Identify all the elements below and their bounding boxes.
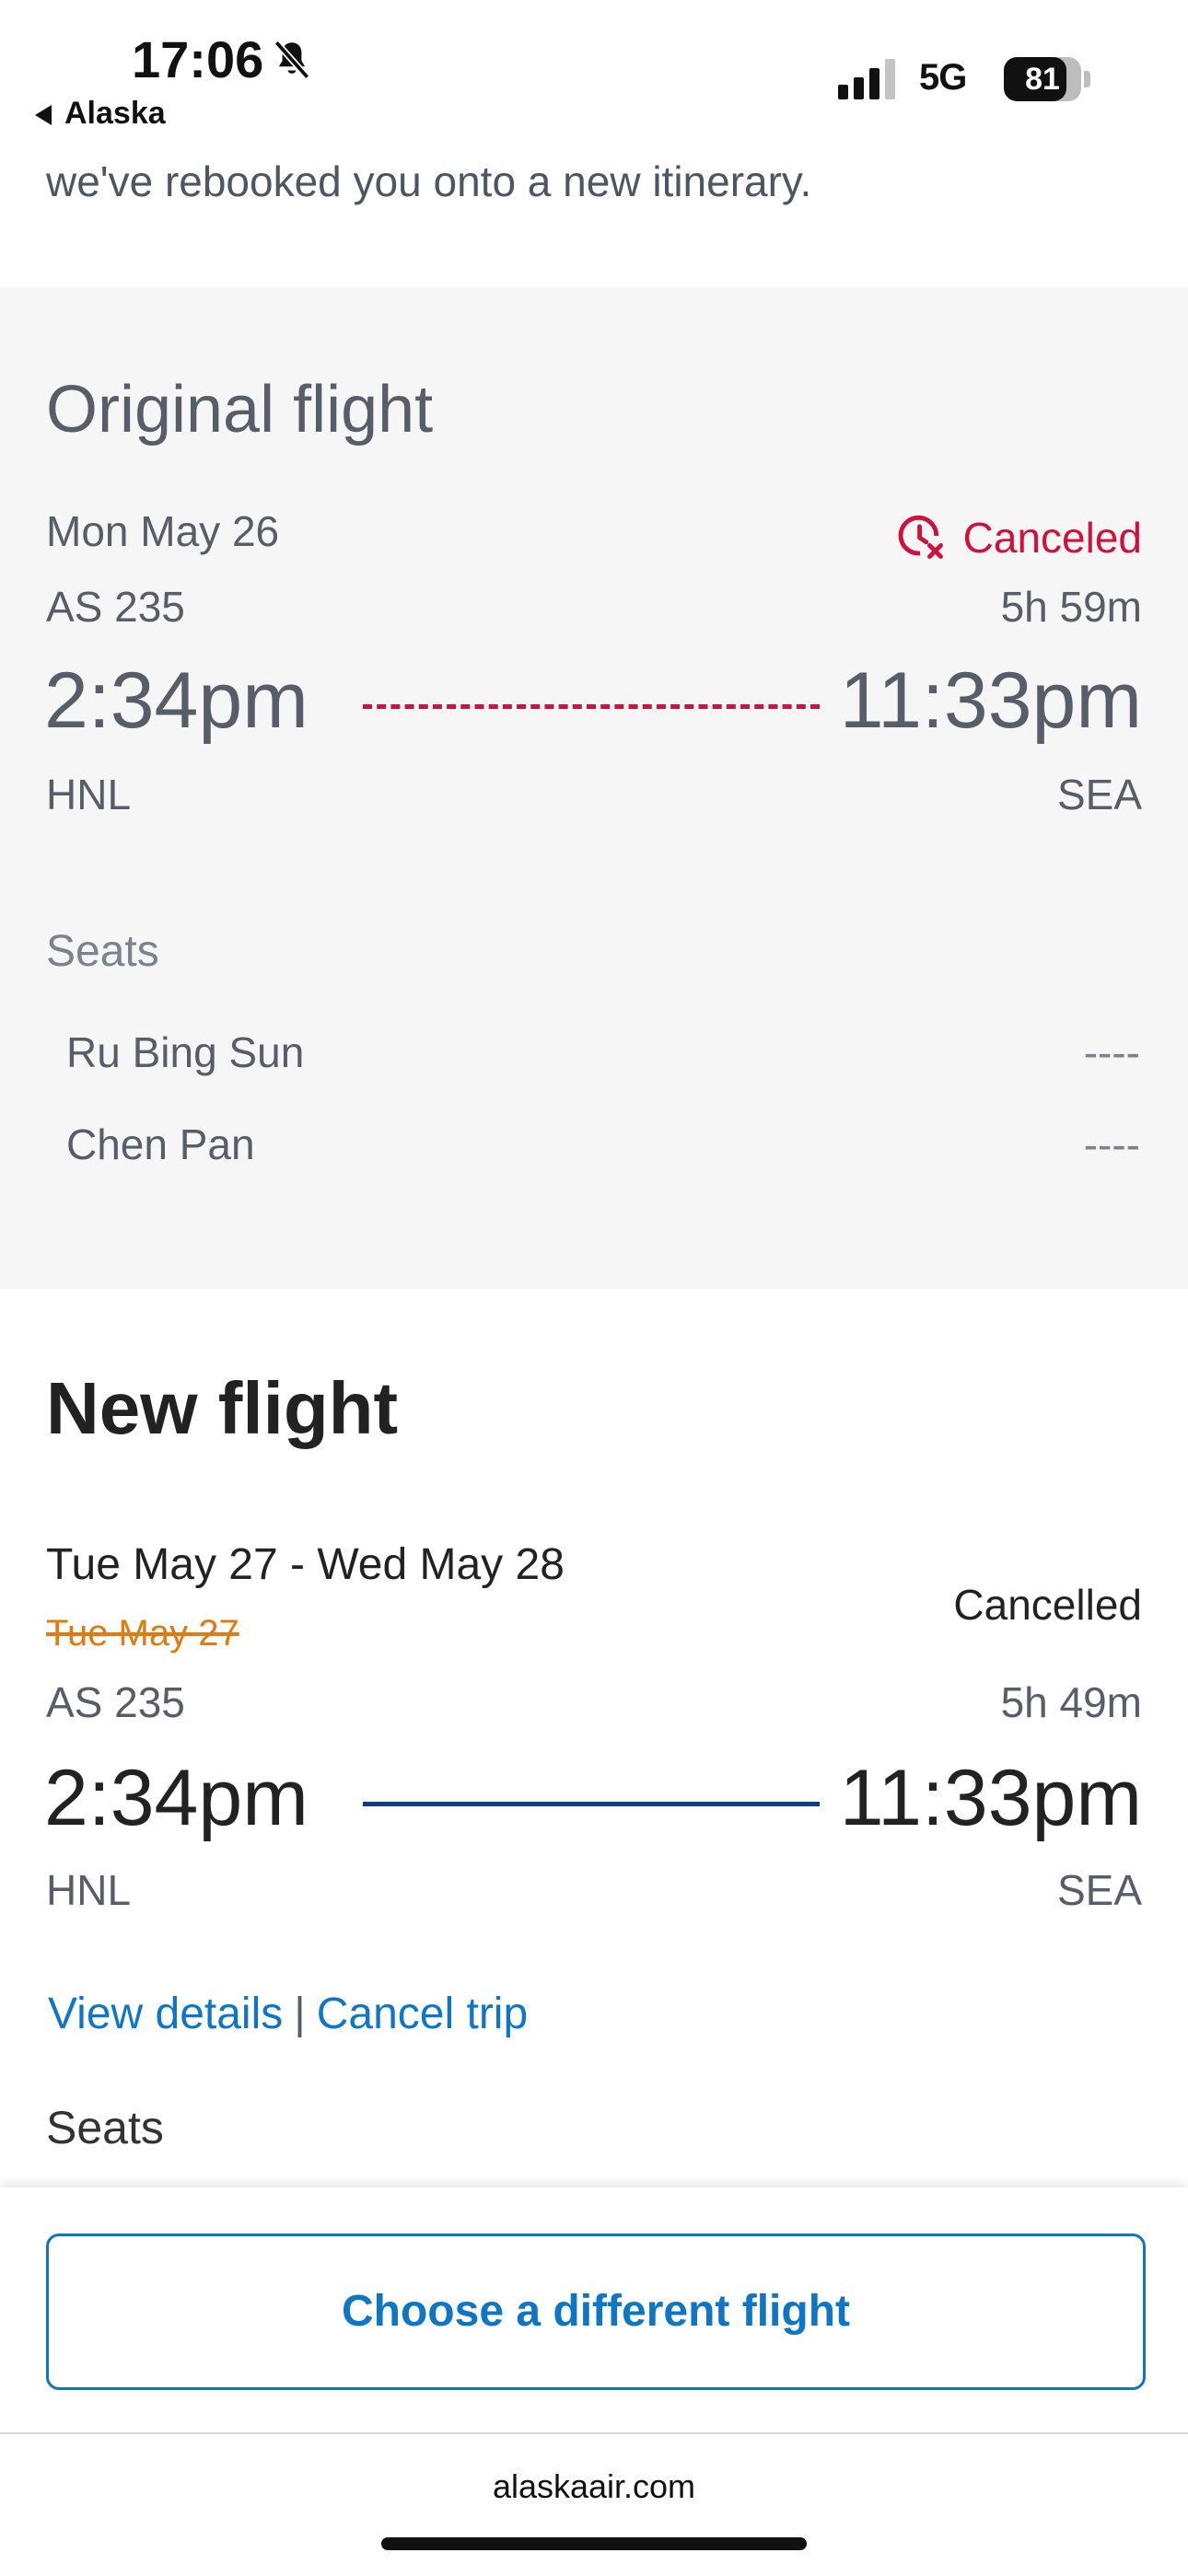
original-arrive-time: 11:33pm: [839, 656, 1142, 745]
new-flight-title: New flight: [46, 1367, 399, 1449]
new-arrive-time: 11:33pm: [839, 1754, 1142, 1842]
battery-icon: 81: [1004, 57, 1090, 101]
original-flight-title: Original flight: [46, 373, 434, 447]
view-details-link[interactable]: View details: [48, 1990, 283, 2038]
new-depart-time: 2:34pm: [44, 1754, 309, 1842]
back-to-app-link[interactable]: Alaska: [35, 96, 166, 132]
original-depart-time: 2:34pm: [44, 656, 309, 745]
original-flight-status: Canceled: [895, 511, 1142, 564]
original-flight-duration: 5h 59m: [1000, 583, 1142, 631]
signal-icon: [838, 59, 895, 99]
battery-percent: 81: [1025, 62, 1060, 97]
passenger-seat: ----: [1083, 1120, 1140, 1168]
link-separator: |: [294, 1990, 306, 2038]
bell-slash-icon: [274, 40, 310, 80]
original-flight-date: Mon May 26: [46, 507, 280, 555]
back-arrow-icon: [35, 105, 52, 125]
new-flight-date: Tue May 27 - Wed May 28: [46, 1540, 565, 1589]
original-seats-label: Seats: [46, 927, 159, 976]
new-flight-number: AS 235: [46, 1678, 185, 1726]
passenger-seat: ----: [1083, 1028, 1140, 1076]
status-time: 17:06: [132, 30, 264, 88]
route-line: [363, 1802, 820, 1806]
choose-different-flight-button[interactable]: Choose a different flight: [46, 2234, 1146, 2390]
network-indicator: 5G: [919, 57, 967, 98]
original-destination: SEA: [1056, 771, 1142, 818]
passenger-name: Chen Pan: [66, 1120, 255, 1168]
rebooking-message: we've rebooked you onto a new itinerary.: [46, 157, 812, 205]
new-origin: HNL: [46, 1866, 132, 1914]
original-flight-number: AS 235: [46, 583, 185, 631]
original-origin: HNL: [46, 771, 132, 818]
passenger-name: Ru Bing Sun: [66, 1028, 305, 1076]
url-text: alaskaair.com: [492, 2467, 696, 2505]
new-destination: SEA: [1056, 1866, 1142, 1914]
new-flight-status: Cancelled: [953, 1581, 1142, 1629]
clock-cancel-icon: [898, 515, 943, 559]
new-flight-duration: 5h 49m: [1000, 1678, 1142, 1726]
new-seats-label: Seats: [46, 2102, 164, 2153]
flight-actions: View details | Cancel trip: [48, 1989, 528, 2039]
previous-date-struck: Tue May 27: [46, 1613, 239, 1654]
canceled-route-line: [363, 704, 820, 709]
home-indicator[interactable]: [381, 2537, 807, 2550]
cancel-trip-link[interactable]: Cancel trip: [317, 1990, 528, 2038]
